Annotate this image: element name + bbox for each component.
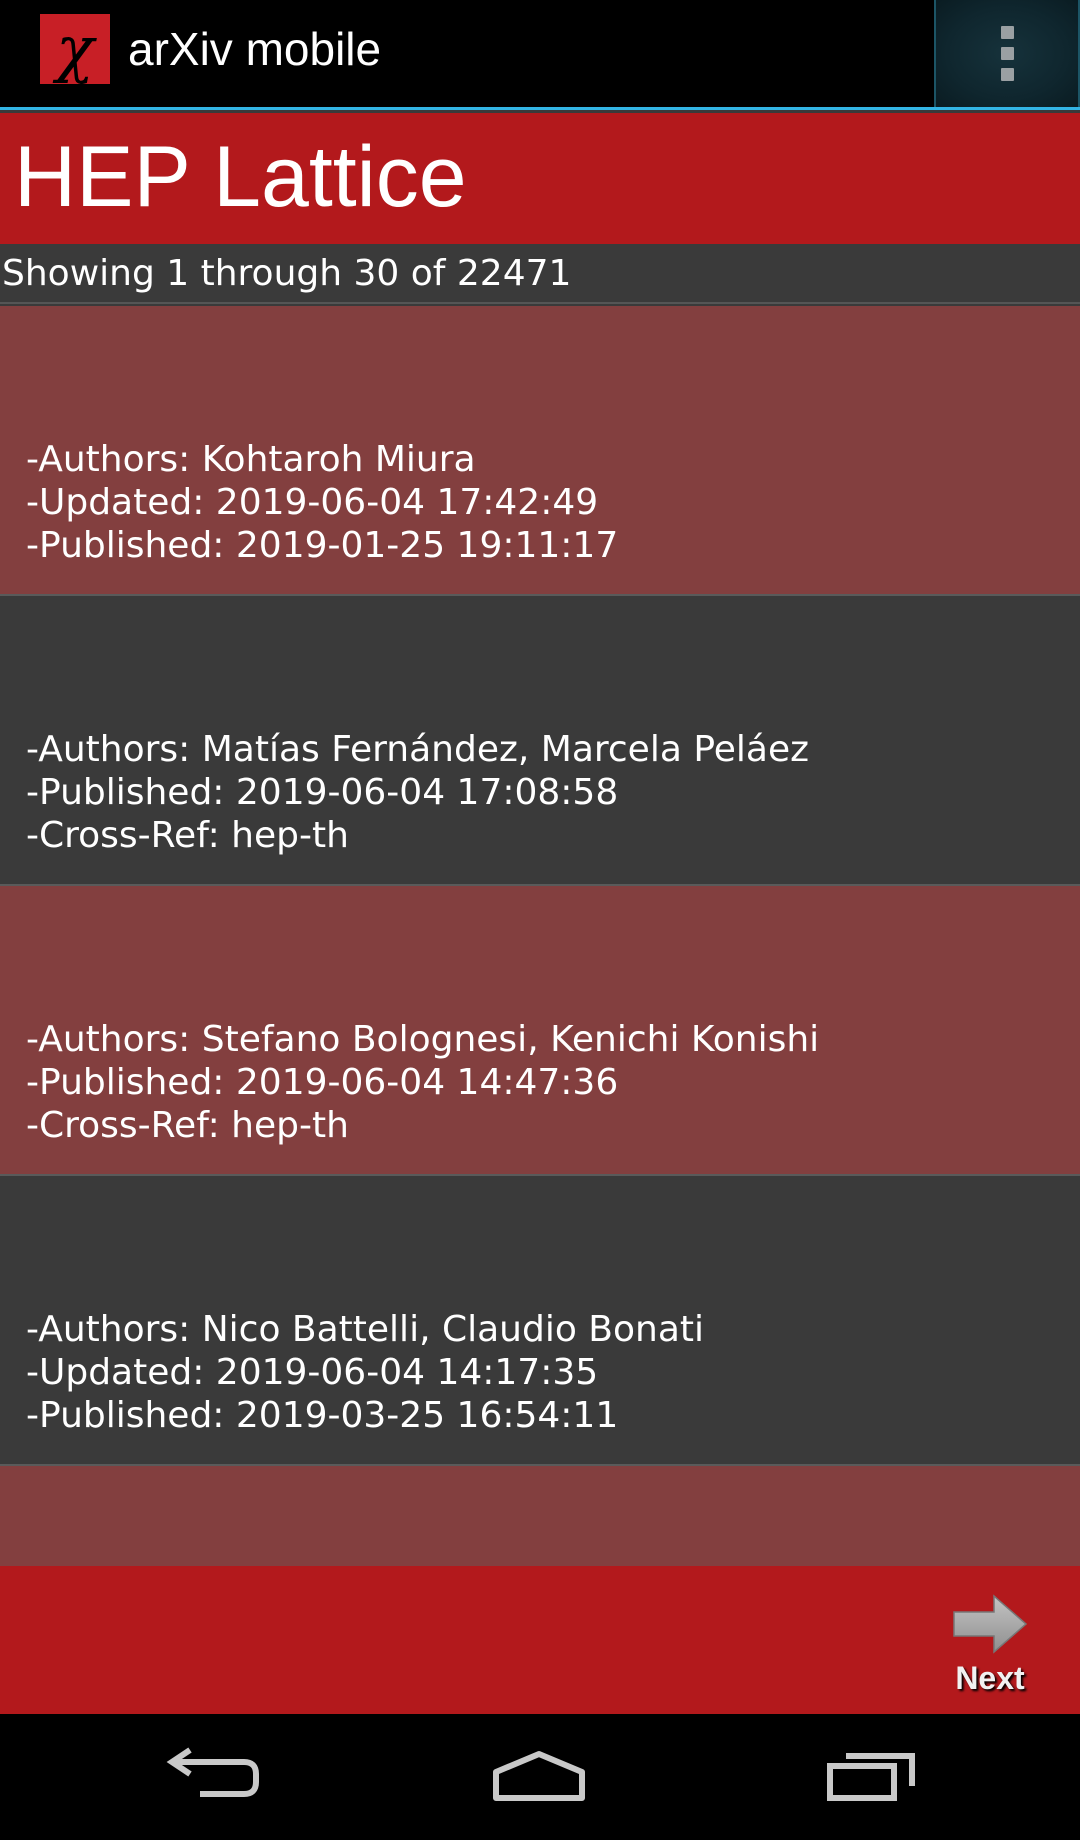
paper-meta-line: -Updated: 2019-06-04 17:42:49 [26, 482, 599, 523]
paper-meta-line: -Published: 2019-03-25 16:54:11 [26, 1395, 619, 1436]
home-icon[interactable] [484, 1742, 594, 1812]
list-item[interactable]: -Authors: Kohtaroh Miura -Updated: 2019-… [0, 306, 1080, 596]
list-item[interactable]: -Authors: Nico Battelli, Claudio Bonati … [0, 1176, 1080, 1466]
overflow-menu-button[interactable] [934, 0, 1080, 107]
paper-meta: -Authors: Nico Battelli, Claudio Bonati … [26, 1308, 704, 1437]
bottom-bar: Next [0, 1566, 1080, 1714]
action-bar: χ arXiv mobile [0, 0, 1080, 110]
paper-meta: -Authors: Stefano Bolognesi, Kenichi Kon… [26, 1018, 819, 1147]
arrow-right-icon [953, 1594, 1028, 1654]
recents-icon[interactable] [816, 1742, 926, 1812]
paper-meta-line: -Published: 2019-06-04 14:47:36 [26, 1062, 619, 1103]
category-title: HEP Lattice [14, 129, 467, 225]
app-title: arXiv mobile [128, 23, 382, 75]
category-header: HEP Lattice [0, 113, 1080, 244]
results-summary-bar: Showing 1 through 30 of 22471 [0, 244, 1080, 304]
paper-list[interactable]: -Authors: Kohtaroh Miura -Updated: 2019-… [0, 306, 1080, 1566]
paper-meta: -Authors: Matías Fernández, Marcela Pelá… [26, 728, 809, 857]
next-button[interactable]: Next [930, 1594, 1050, 1704]
paper-meta-line: -Published: 2019-01-25 19:11:17 [26, 525, 619, 566]
paper-authors: -Authors: Stefano Bolognesi, Kenichi Kon… [26, 1019, 820, 1060]
overflow-menu-icon [1000, 68, 1014, 81]
app-logo-glyph: χ [56, 12, 94, 85]
results-summary: Showing 1 through 30 of 22471 [2, 253, 572, 294]
list-item[interactable]: -Authors: Stefano Bolognesi, Kenichi Kon… [0, 886, 1080, 1176]
paper-authors: -Authors: Matías Fernández, Marcela Pelá… [26, 729, 810, 770]
paper-meta-line: -Updated: 2019-06-04 14:17:35 [26, 1352, 599, 1393]
overflow-menu-icon [1000, 26, 1014, 39]
next-label: Next [955, 1660, 1025, 1696]
app-screen: χ arXiv mobile HEP Lattice Showing 1 thr… [0, 0, 1080, 1840]
list-item[interactable]: -Authors: Matías Fernández, Marcela Pelá… [0, 596, 1080, 886]
overflow-menu-icon [1000, 47, 1014, 60]
paper-meta-line: -Cross-Ref: hep-th [26, 1105, 349, 1146]
paper-authors: -Authors: Nico Battelli, Claudio Bonati [26, 1309, 705, 1350]
app-logo-icon: χ [40, 14, 110, 84]
paper-meta: -Authors: Kohtaroh Miura -Updated: 2019-… [26, 438, 618, 567]
paper-meta-line: -Cross-Ref: hep-th [26, 815, 349, 856]
list-item[interactable] [0, 1466, 1080, 1566]
paper-meta-line: -Published: 2019-06-04 17:08:58 [26, 772, 619, 813]
paper-authors: -Authors: Kohtaroh Miura [26, 439, 476, 480]
back-icon[interactable] [156, 1742, 266, 1812]
system-nav-bar [0, 1714, 1080, 1840]
